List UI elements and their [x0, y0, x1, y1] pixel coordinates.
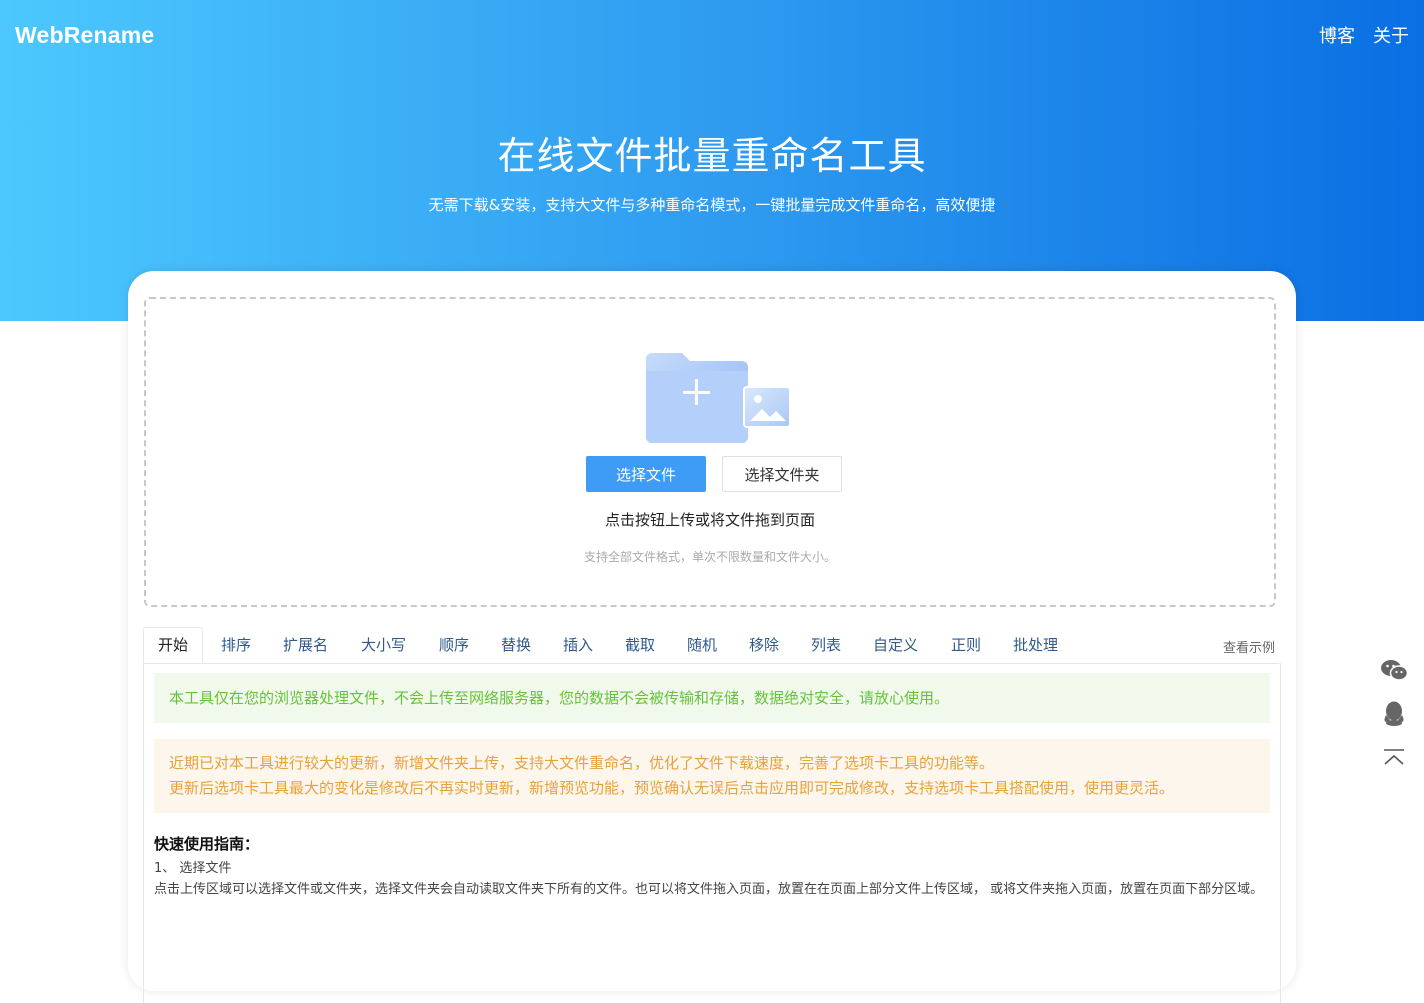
tab-batch[interactable]: 批处理	[1013, 627, 1058, 663]
select-folder-button[interactable]: 选择文件夹	[722, 456, 842, 492]
tab-list[interactable]: 列表	[811, 627, 841, 663]
tab-random[interactable]: 随机	[687, 627, 717, 663]
tab-case[interactable]: 大小写	[361, 627, 406, 663]
page-title: 在线文件批量重命名工具	[497, 134, 927, 178]
upload-dropzone[interactable]: 选择文件 选择文件夹 点击按钮上传或将文件拖到页面 支持全部文件格式，单次不限数…	[144, 297, 1276, 607]
wechat-icon[interactable]	[1380, 655, 1408, 685]
top-nav: 博客 关于	[1319, 22, 1409, 48]
select-file-button[interactable]: 选择文件	[586, 456, 706, 492]
tab-extension[interactable]: 扩展名	[283, 627, 328, 663]
guide-title: 快速使用指南：	[154, 835, 260, 853]
upload-subhint: 支持全部文件格式，单次不限数量和文件大小。	[583, 550, 836, 564]
main-card: 选择文件 选择文件夹 点击按钮上传或将文件拖到页面 支持全部文件格式，单次不限数…	[128, 271, 1296, 1003]
tab-sort[interactable]: 排序	[221, 627, 251, 663]
brand-logo[interactable]: WebRename	[15, 22, 154, 49]
back-to-top-icon[interactable]	[1380, 743, 1408, 773]
guide-step-text: 点击上传区域可以选择文件或文件夹，选择文件夹会自动读取文件夹下所有的文件。也可以…	[154, 882, 1264, 897]
folder-upload-illustration	[556, 353, 868, 457]
tool-tabs: 开始 排序 扩展名 大小写 顺序 替换 插入 截取 随机 移除 列表 自定义 正…	[143, 627, 1279, 664]
tab-remove[interactable]: 移除	[749, 627, 779, 663]
qq-icon[interactable]	[1380, 699, 1408, 729]
update-notice-line: 更新后选项卡工具最大的变化是修改后不再实时更新，新增预览功能，预览确认无误后点击…	[169, 779, 1175, 797]
tab-panel-start: 本工具仅在您的浏览器处理文件，不会上传至网络服务器，您的数据不会被传输和存储，数…	[143, 663, 1281, 1003]
tab-insert[interactable]: 插入	[563, 627, 593, 663]
nav-blog-link[interactable]: 博客	[1319, 22, 1355, 48]
page-subtitle: 无需下载&安装，支持大文件与多种重命名模式，一键批量完成文件重命名，高效便捷	[428, 196, 996, 214]
guide-step-title: 1、 选择文件	[154, 861, 232, 876]
nav-about-link[interactable]: 关于	[1373, 22, 1409, 48]
tab-replace[interactable]: 替换	[501, 627, 531, 663]
tab-regex[interactable]: 正则	[951, 627, 981, 663]
tab-order[interactable]: 顺序	[439, 627, 469, 663]
tab-custom[interactable]: 自定义	[873, 627, 918, 663]
upload-hint: 点击按钮上传或将文件拖到页面	[604, 511, 815, 529]
update-notice-line: 近期已对本工具进行较大的更新，新增文件夹上传，支持大文件重命名，优化了文件下载速…	[169, 754, 995, 772]
side-toolbar	[1380, 655, 1408, 773]
tab-start[interactable]: 开始	[143, 627, 204, 663]
update-notice: 近期已对本工具进行较大的更新，新增文件夹上传，支持大文件重命名，优化了文件下载速…	[154, 739, 1270, 813]
view-example-link[interactable]: 查看示例	[1223, 637, 1275, 656]
privacy-notice: 本工具仅在您的浏览器处理文件，不会上传至网络服务器，您的数据不会被传输和存储，数…	[154, 673, 1270, 723]
tab-extract[interactable]: 截取	[625, 627, 655, 663]
